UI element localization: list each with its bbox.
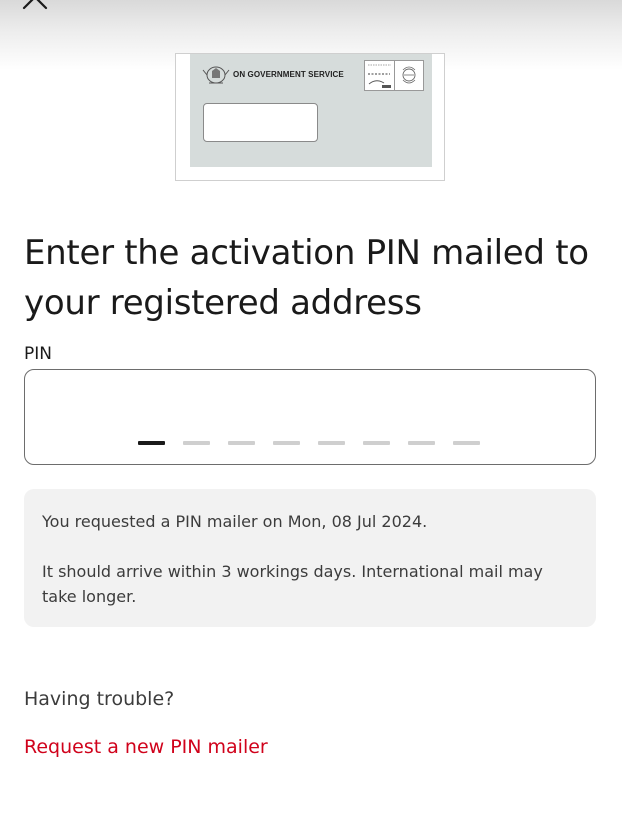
pin-slot-7 — [408, 441, 435, 445]
having-trouble-text: Having trouble? — [24, 688, 175, 710]
request-new-pin-link[interactable]: Request a new PIN mailer — [24, 736, 268, 758]
pin-input[interactable] — [24, 369, 596, 465]
arrival-estimate-text: It should arrive within 3 workings days.… — [42, 562, 543, 606]
pin-slot-1 — [138, 441, 165, 445]
pin-slot-6 — [363, 441, 390, 445]
government-service-text: ON GOVERNMENT SERVICE — [233, 70, 344, 79]
pin-slot-5 — [318, 441, 345, 445]
pin-activation-screen: ON GOVERNMENT SERVICE Enter the activati… — [0, 0, 622, 824]
pin-slot-2 — [183, 441, 210, 445]
close-icon — [22, 0, 48, 10]
request-date-text: You requested a PIN mailer on Mon, 08 Ju… — [42, 512, 428, 531]
pin-slots — [138, 441, 480, 445]
close-button[interactable] — [20, 0, 52, 16]
pin-label: PIN — [24, 344, 52, 364]
coat-of-arms-icon — [202, 66, 230, 84]
address-window — [203, 103, 318, 142]
postage-stamp-icon — [364, 60, 424, 91]
pin-slot-3 — [228, 441, 255, 445]
pin-mailer-info: You requested a PIN mailer on Mon, 08 Ju… — [24, 489, 596, 627]
pin-slot-4 — [273, 441, 300, 445]
pin-mailer-illustration: ON GOVERNMENT SERVICE — [175, 53, 445, 181]
page-title: Enter the activation PIN mailed to your … — [24, 233, 589, 323]
pin-slot-8 — [453, 441, 480, 445]
envelope-front: ON GOVERNMENT SERVICE — [190, 54, 432, 167]
